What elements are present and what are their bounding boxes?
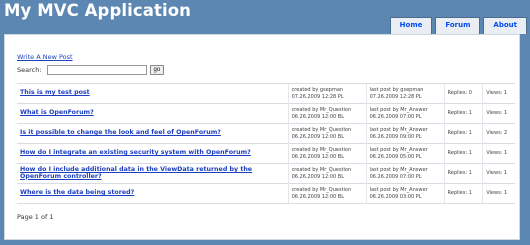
site-header: My MVC Application Home Forum About xyxy=(0,0,530,34)
replies-count: Replies: 1 xyxy=(443,103,483,124)
main-menu: Home Forum About xyxy=(389,17,527,34)
main-content: Write A New Post Search: go This is my t… xyxy=(4,34,520,240)
last-post-at: 06.26.2009 07:00 PL xyxy=(369,113,422,120)
replies-count: Replies: 1 xyxy=(443,123,483,144)
thread-link[interactable]: This is my test post xyxy=(20,89,90,96)
table-row: Is it possible to change the look and fe… xyxy=(17,123,515,144)
views-count: Views: 1 xyxy=(482,183,515,204)
last-post-at: 07.26.2009 12:28 PL xyxy=(369,93,422,100)
thread-link[interactable]: Is it possible to change the look and fe… xyxy=(20,129,221,136)
thread-link[interactable]: How do I integrate an existing security … xyxy=(20,149,251,156)
replies-count: Replies: 1 xyxy=(443,163,483,184)
thread-link[interactable]: Where is the data being stored? xyxy=(20,189,134,196)
views-count: Views: 1 xyxy=(482,143,515,164)
app-title: My MVC Application xyxy=(4,1,192,20)
search-input[interactable] xyxy=(46,65,147,75)
views-count: Views: 1 xyxy=(482,103,515,124)
menu-tab-forum[interactable]: Forum xyxy=(435,17,481,34)
table-row: How do I include additional data in the … xyxy=(17,163,515,184)
pager-text: Page 1 of 1 xyxy=(17,213,54,221)
last-post-at: 06.26.2009 09:00 PL xyxy=(369,133,422,140)
table-row: How do I integrate an existing security … xyxy=(17,143,515,164)
replies-count: Replies: 1 xyxy=(443,183,483,204)
search-row: Search: go xyxy=(17,65,165,75)
table-row: Where is the data being stored? created … xyxy=(17,183,515,204)
thread-link[interactable]: What is OpenForum? xyxy=(20,109,94,116)
views-count: Views: 1 xyxy=(482,83,515,104)
created-at: 06.26.2009 12:00 BL xyxy=(291,153,344,160)
last-post-at: 06.26.2009 05:00 PL xyxy=(369,153,422,160)
table-row: This is my test post created by gsepman 0… xyxy=(17,83,515,104)
thread-table: This is my test post created by gsepman 0… xyxy=(17,83,515,204)
replies-count: Replies: 1 xyxy=(443,143,483,164)
created-at: 06.26.2009 12:00 BL xyxy=(291,173,344,180)
menu-tab-home[interactable]: Home xyxy=(389,17,433,34)
search-label: Search: xyxy=(17,66,42,74)
created-at: 06.26.2009 12:00 BL xyxy=(291,113,344,120)
thread-link[interactable]: How do I include additional data in the … xyxy=(20,166,252,180)
menu-tab-about[interactable]: About xyxy=(483,17,527,34)
go-button[interactable]: go xyxy=(149,65,165,75)
write-new-post-link[interactable]: Write A New Post xyxy=(17,53,73,61)
created-at: 07.26.2009 12:28 PL xyxy=(291,93,344,100)
table-row: What is OpenForum? created by Mr_Questio… xyxy=(17,103,515,124)
views-count: Views: 2 xyxy=(482,123,515,144)
created-at: 06.26.2009 12:00 BL xyxy=(291,133,344,140)
replies-count: Replies: 0 xyxy=(443,83,483,104)
created-at: 06.26.2009 12:00 BL xyxy=(291,193,344,200)
last-post-at: 06.26.2009 03:00 PL xyxy=(369,193,422,200)
last-post-at: 06.26.2009 07:00 PL xyxy=(369,173,422,180)
views-count: Views: 1 xyxy=(482,163,515,184)
